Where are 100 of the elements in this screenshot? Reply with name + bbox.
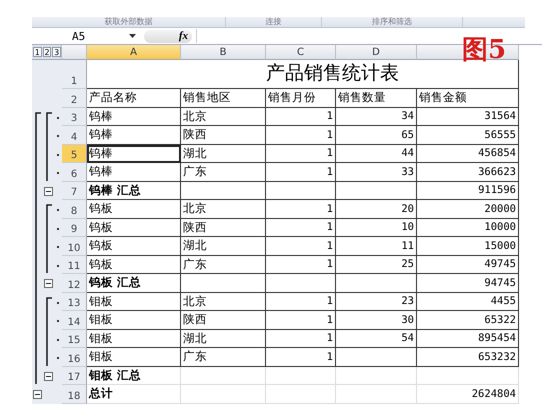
table-cell: 钨板 <box>87 200 181 218</box>
table-cell: 1 <box>266 292 336 311</box>
table-cell: 钨板 <box>87 256 181 274</box>
table-cell: 广东 <box>181 256 266 274</box>
collapse-button[interactable] <box>33 390 42 400</box>
table-cell: 湖北 <box>181 330 266 348</box>
row-header[interactable]: 2 <box>62 89 87 108</box>
table-cell: 30 <box>336 311 417 330</box>
table-cell: 456854 <box>417 144 519 163</box>
table-cell: 湖北 <box>181 237 266 256</box>
row-header[interactable]: 11 <box>62 256 87 274</box>
table-cell: 总计 <box>87 385 181 404</box>
ribbon-group-label: 排序和筛选 <box>322 17 463 27</box>
table-cell: 北京 <box>181 108 266 126</box>
row-header[interactable]: 18 <box>62 385 87 404</box>
row-header[interactable]: 3 <box>62 108 87 126</box>
table-cell: 钼板 汇总 <box>87 366 181 385</box>
table-cell: 94745 <box>417 274 519 292</box>
outline-bracket-icon <box>35 112 41 384</box>
table-cell: 陕西 <box>181 311 266 330</box>
outline-level-button[interactable]: 1 <box>33 47 42 57</box>
table-cell: 1 <box>266 144 336 163</box>
row-header[interactable]: 12 <box>62 274 87 292</box>
collapse-button[interactable] <box>44 372 53 381</box>
collapse-button[interactable] <box>44 186 53 196</box>
table-cell: 陕西 <box>181 218 266 237</box>
empty-cell <box>266 182 336 200</box>
table-cell: 20 <box>336 200 417 218</box>
name-box[interactable]: A5 <box>32 29 140 43</box>
empty-cell <box>266 274 336 292</box>
row-header[interactable]: 13 <box>62 292 87 311</box>
ribbon-group-label: 连接 <box>226 17 322 27</box>
insert-function-button[interactable]: fx <box>178 30 188 42</box>
collapse-button[interactable] <box>44 279 53 288</box>
column-header[interactable]: B <box>181 45 266 60</box>
table-cell: 销售数量 <box>336 89 417 108</box>
table-cell: 366623 <box>417 163 519 182</box>
table-cell: 钨板 汇总 <box>87 274 181 292</box>
table-cell: 34 <box>336 108 417 126</box>
table-cell: 销售地区 <box>181 89 266 108</box>
row-header[interactable]: 6 <box>62 163 87 182</box>
table-cell: 1 <box>266 126 336 144</box>
column-header[interactable]: D <box>336 45 417 60</box>
table-cell: 1 <box>266 330 336 348</box>
row-header[interactable]: 16 <box>62 348 87 366</box>
table-cell: 20000 <box>417 200 519 218</box>
table-cell: 49745 <box>417 256 519 274</box>
table-cell: 北京 <box>181 292 266 311</box>
table-cell: 4455 <box>417 292 519 311</box>
table-cell: 钨棒 汇总 <box>87 182 181 200</box>
table-cell: 1 <box>266 108 336 126</box>
table-cell: 1 <box>266 311 336 330</box>
column-header[interactable]: C <box>266 45 336 60</box>
row-header[interactable]: 15 <box>62 330 87 348</box>
outline-bracket-icon <box>46 204 52 273</box>
table-cell: 北京 <box>181 200 266 218</box>
row-header[interactable]: 8 <box>62 200 87 218</box>
table-cell: 1 <box>266 237 336 256</box>
table-cell: 895454 <box>417 330 519 348</box>
table-cell: 911596 <box>417 182 519 200</box>
row-header[interactable]: 5 <box>62 144 87 163</box>
table-cell: 钨棒 <box>87 126 181 144</box>
table-cell: 23 <box>336 292 417 311</box>
table-cell: 1 <box>266 163 336 182</box>
table-cell: 653232 <box>417 348 519 366</box>
table-cell: 产品名称 <box>87 89 181 108</box>
table-cell: 钨板 <box>87 237 181 256</box>
table-cell: 销售金额 <box>417 89 519 108</box>
table-cell: 1 <box>266 200 336 218</box>
table-cell: 56555 <box>417 126 519 144</box>
table-cell: 65 <box>336 126 417 144</box>
outline-bracket-icon <box>46 112 52 180</box>
table-cell: 钨板 <box>87 218 181 237</box>
row-header[interactable]: 14 <box>62 311 87 330</box>
table-cell: 10 <box>336 218 417 237</box>
column-header[interactable]: A <box>87 45 181 60</box>
row-header[interactable]: 17 <box>62 366 87 385</box>
table-cell: 15000 <box>417 237 519 256</box>
table-cell: 2624804 <box>417 385 519 404</box>
table-cell: 钼板 <box>87 330 181 348</box>
row-header[interactable]: 4 <box>62 126 87 144</box>
table-cell: 钨棒 <box>87 163 181 182</box>
table-cell: 广东 <box>181 348 266 366</box>
empty-cell <box>266 385 336 404</box>
table-cell: 25 <box>336 256 417 274</box>
table-cell: 10000 <box>417 218 519 237</box>
empty-cell <box>266 366 336 385</box>
outline-bracket-icon <box>46 296 52 366</box>
outline-level-button[interactable]: 3 <box>52 47 62 57</box>
table-cell: 1 <box>266 218 336 237</box>
outline-level-button[interactable]: 2 <box>42 47 52 57</box>
row-header[interactable]: 1 <box>62 60 87 89</box>
table-cell: 65322 <box>417 311 519 330</box>
table-cell: 湖北 <box>181 144 266 163</box>
table-cell: 陕西 <box>181 126 266 144</box>
ribbon-group-label: 获取外部数据 <box>32 17 226 27</box>
row-header[interactable]: 10 <box>62 237 87 256</box>
row-header[interactable]: 9 <box>62 218 87 237</box>
table-cell: 31564 <box>417 108 519 126</box>
row-header[interactable]: 7 <box>62 182 87 200</box>
